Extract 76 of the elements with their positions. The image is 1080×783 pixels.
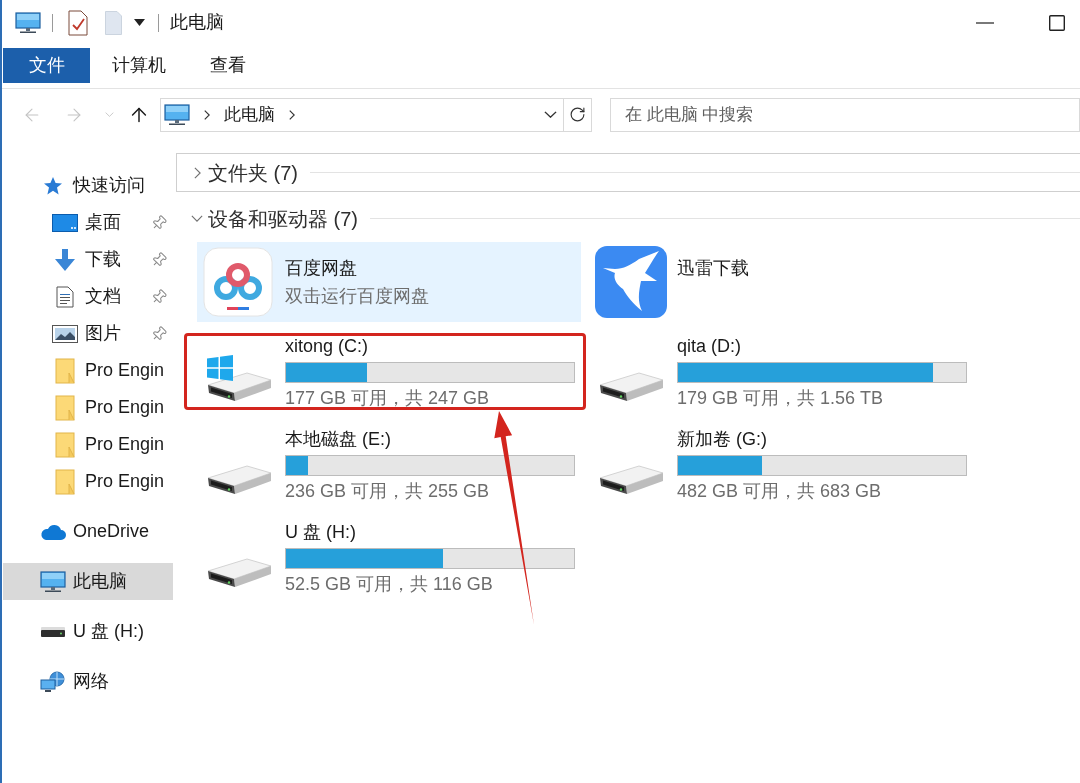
chevron-down-icon bbox=[105, 112, 115, 117]
network-icon bbox=[40, 670, 66, 693]
usage-text: 52.5 GB 可用，共 116 GB bbox=[285, 574, 494, 594]
usage-text: 236 GB 可用，共 255 GB bbox=[285, 481, 491, 501]
chevron-down-icon bbox=[544, 111, 558, 118]
breadcrumb-item[interactable]: 此电脑 bbox=[224, 101, 275, 128]
cloud-icon bbox=[40, 523, 66, 540]
app-tile[interactable]: 百度网盘 双击运行百度网盘 bbox=[197, 242, 581, 322]
group-header[interactable]: 文件夹 (7) bbox=[176, 153, 1080, 192]
system-menu-button[interactable] bbox=[15, 11, 41, 34]
hard-drive-icon bbox=[599, 372, 664, 402]
drive-label: 新加卷 (G:) bbox=[677, 429, 768, 449]
sidebar-item[interactable]: 网络 bbox=[3, 663, 173, 700]
drive-label: xitong (C:) bbox=[285, 336, 370, 356]
app-tile[interactable]: 迅雷下载 bbox=[589, 242, 973, 322]
ribbon-tab[interactable]: 查看 bbox=[188, 48, 268, 83]
sidebar-item[interactable]: 桌面 bbox=[3, 204, 173, 241]
cloud-rings-logo-icon bbox=[203, 247, 273, 317]
folder-icon bbox=[55, 357, 75, 384]
drive-tile[interactable]: 本地磁盘 (E:) 236 GB 可用，共 255 GB bbox=[197, 426, 581, 514]
folder-icon bbox=[55, 431, 75, 458]
usage-text: 482 GB 可用，共 683 GB bbox=[677, 481, 883, 501]
down-arrow-icon bbox=[53, 247, 77, 272]
sidebar-item[interactable]: 此电脑 bbox=[3, 563, 173, 600]
address-bar[interactable]: 此电脑 bbox=[160, 97, 592, 132]
folder-icon bbox=[55, 394, 75, 421]
drive-tile[interactable]: U 盘 (H:) 52.5 GB 可用，共 116 GB bbox=[197, 519, 581, 607]
sidebar-item[interactable]: 文档 bbox=[3, 278, 173, 315]
picture-icon bbox=[52, 324, 78, 343]
drive-label: U 盘 (H:) bbox=[285, 522, 357, 542]
folder-icon bbox=[55, 468, 75, 495]
usage-text: 177 GB 可用，共 247 GB bbox=[285, 388, 491, 408]
chevron-right-icon bbox=[204, 109, 210, 120]
checked-document-icon bbox=[68, 9, 88, 36]
blank-document-icon bbox=[105, 10, 122, 35]
hard-drive-icon bbox=[207, 465, 272, 495]
sidebar-item[interactable]: U 盘 (H:) bbox=[3, 613, 173, 650]
document-icon bbox=[56, 285, 74, 308]
caret-icon bbox=[134, 19, 145, 26]
monitor-icon bbox=[164, 103, 190, 126]
app-name: 迅雷下载 bbox=[677, 258, 749, 278]
drive-label: qita (D:) bbox=[677, 336, 742, 356]
properties-button[interactable] bbox=[68, 9, 88, 36]
drive-tile[interactable]: qita (D:) 179 GB 可用，共 1.56 TB bbox=[589, 333, 973, 421]
star-icon bbox=[43, 175, 63, 196]
usage-text: 179 GB 可用，共 1.56 TB bbox=[677, 388, 885, 408]
screen-icon bbox=[52, 213, 78, 232]
minimize-icon bbox=[976, 21, 994, 24]
sidebar-item[interactable]: 下载 bbox=[3, 241, 173, 278]
drive-tile[interactable]: 新加卷 (G:) 482 GB 可用，共 683 GB bbox=[589, 426, 973, 514]
group-header[interactable]: 设备和驱动器 (7) bbox=[176, 199, 1080, 238]
app-description: 双击运行百度网盘 bbox=[285, 286, 429, 306]
sidebar-item[interactable]: Pro Engin bbox=[3, 463, 173, 500]
chevron-right-icon bbox=[289, 109, 295, 120]
customize-toolbar-button[interactable] bbox=[134, 19, 145, 26]
sidebar-item[interactable]: 快速访问 bbox=[3, 167, 173, 204]
sidebar-item[interactable]: Pro Engin bbox=[3, 389, 173, 426]
ribbon-tab[interactable]: 计算机 bbox=[90, 48, 188, 83]
refresh-icon bbox=[569, 106, 586, 123]
hard-drive-icon bbox=[599, 465, 664, 495]
monitor-icon bbox=[15, 11, 41, 34]
hard-drive-icon bbox=[207, 558, 272, 588]
monitor-icon bbox=[40, 570, 66, 593]
sidebar-item[interactable]: 图片 bbox=[3, 315, 173, 352]
hard-drive-icon bbox=[207, 372, 272, 402]
search-field[interactable]: 在 此电脑 中搜索 bbox=[610, 97, 1080, 132]
sidebar-item[interactable]: Pro Engin bbox=[3, 352, 173, 389]
app-name: 百度网盘 bbox=[285, 258, 358, 278]
drive-label: 本地磁盘 (E:) bbox=[285, 429, 392, 449]
window-title: 此电脑 bbox=[170, 11, 224, 34]
bird-logo-icon bbox=[595, 246, 667, 318]
drive-icon bbox=[41, 626, 65, 637]
maximize-icon bbox=[1049, 14, 1065, 31]
sidebar-item[interactable]: Pro Engin bbox=[3, 426, 173, 463]
sidebar-item[interactable]: OneDrive bbox=[3, 513, 173, 550]
file-menu-button[interactable]: 文件 bbox=[3, 48, 90, 83]
